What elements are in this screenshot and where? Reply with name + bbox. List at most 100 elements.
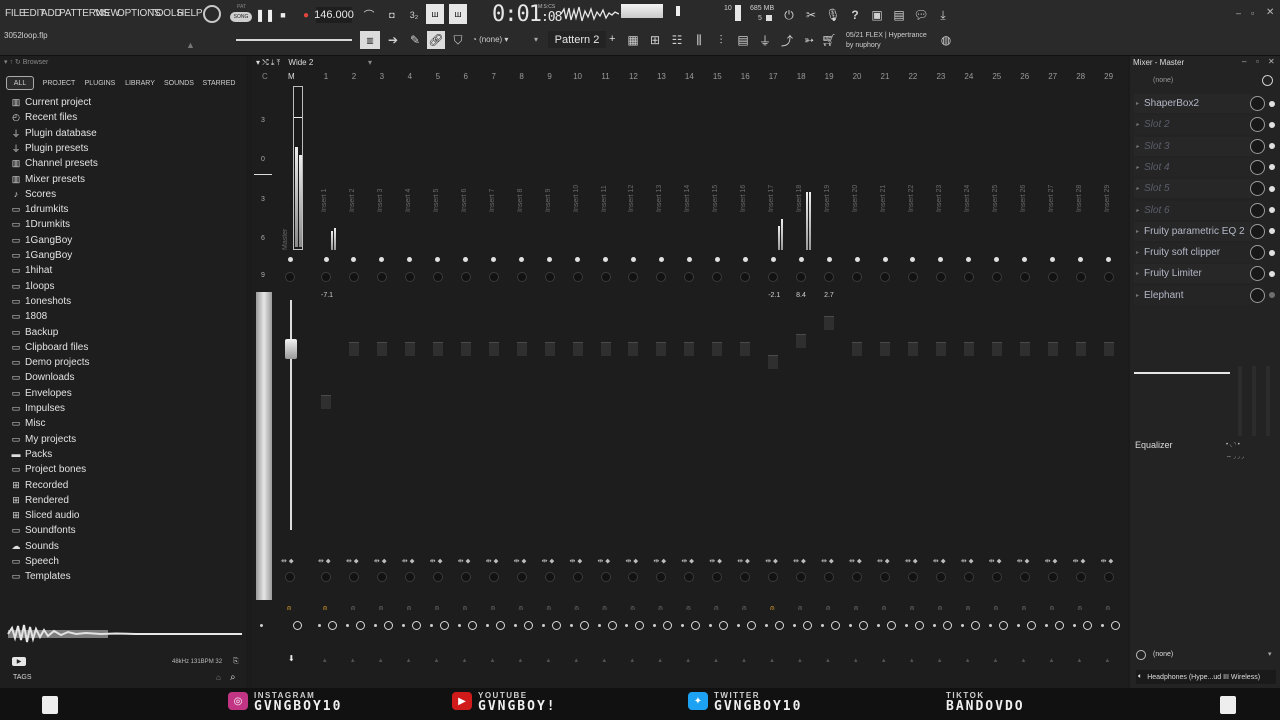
track-volume-fader[interactable]: [516, 342, 527, 356]
link-icon[interactable]: 🔗︎: [427, 31, 445, 49]
track-stereo-icon[interactable]: ⇹ ⬥: [346, 557, 359, 566]
eq-band-slider-1[interactable]: [1238, 366, 1242, 436]
power-icon[interactable]: ⏻: [780, 6, 798, 24]
track-pan-knob[interactable]: [572, 272, 583, 282]
effect-slot[interactable]: ▸ Fruity parametric EQ 2: [1134, 221, 1252, 241]
track-stereo-icon[interactable]: ⇹ ⬥: [514, 557, 527, 566]
track-send-icon[interactable]: ⍝: [966, 605, 970, 613]
track-route-ring[interactable]: [579, 621, 589, 630]
track-volume-fader[interactable]: [1019, 342, 1030, 356]
track-stereo-knob[interactable]: [348, 572, 359, 582]
track-stereo-icon[interactable]: ⇹ ⬥: [681, 557, 694, 566]
track-send-arrow-icon[interactable]: ▴: [1050, 656, 1054, 664]
pattern-dropdown-arrow[interactable]: ▾: [534, 35, 538, 44]
tempo-tap-icon[interactable]: ⤴: [778, 31, 796, 49]
track-send-icon[interactable]: ⍝: [826, 605, 830, 613]
chat-icon[interactable]: 💬︎: [912, 6, 930, 24]
track-stereo-knob[interactable]: [907, 572, 918, 582]
track-send-arrow-icon[interactable]: ▴: [798, 656, 802, 664]
track-route-ring[interactable]: [495, 621, 505, 630]
track-volume-fader[interactable]: [1103, 342, 1114, 356]
track-send-icon[interactable]: ⍝: [547, 605, 551, 613]
browser-item[interactable]: ▬ Packs: [10, 447, 53, 462]
track-volume-fader[interactable]: [488, 342, 499, 356]
track-enable-dot[interactable]: [630, 257, 636, 262]
track-volume-fader[interactable]: [404, 342, 415, 356]
output-dropdown-icon[interactable]: ▾: [1268, 650, 1272, 658]
slot-expand-icon[interactable]: ▸: [1136, 121, 1139, 128]
browser-item[interactable]: ▭ Downloads: [10, 370, 75, 385]
track-send-icon[interactable]: ⍝: [323, 605, 327, 613]
track-send-arrow-icon[interactable]: ▴: [826, 656, 830, 664]
browser-item[interactable]: ☁ Sounds: [10, 539, 59, 554]
track-stereo-icon[interactable]: ⇹ ⬥: [1073, 557, 1086, 566]
track-send-icon[interactable]: ⍝: [994, 605, 998, 613]
brush-icon[interactable]: ✎: [406, 31, 424, 49]
slot-expand-icon[interactable]: ▸: [1136, 270, 1139, 277]
track-stereo-icon[interactable]: ⇹ ⬥: [374, 557, 387, 566]
track-stereo-icon[interactable]: ⇹ ⬥: [961, 557, 974, 566]
track-pan-knob[interactable]: [544, 272, 555, 282]
browser-item[interactable]: ▭ 1Drumkits: [10, 217, 70, 232]
pattern-position-slider[interactable]: [236, 39, 352, 41]
track-volume-fader[interactable]: [600, 342, 611, 356]
effect-slot[interactable]: ▸ Slot 6: [1134, 200, 1252, 220]
track-send-arrow-icon[interactable]: ▴: [435, 656, 439, 664]
track-route-ring[interactable]: [942, 621, 952, 630]
tag-folder-icon[interactable]: ⌂: [216, 673, 221, 682]
slot-expand-icon[interactable]: ▸: [1136, 185, 1139, 192]
track-stereo-knob[interactable]: [432, 572, 443, 582]
track-route-ring[interactable]: [970, 621, 980, 630]
browser-tab-starred[interactable]: STARRED: [200, 76, 238, 90]
track-send-arrow-icon[interactable]: ▴: [686, 656, 690, 664]
track-stereo-icon[interactable]: ⇹ ⬥: [849, 557, 862, 566]
track-send-arrow-icon[interactable]: ▴: [658, 656, 662, 664]
track-volume-fader[interactable]: [628, 342, 639, 356]
browser-item[interactable]: ▭ Soundfonts: [10, 523, 76, 538]
track-send-arrow-icon[interactable]: ▴: [491, 656, 495, 664]
typing-keyboard-icon[interactable]: ➳: [800, 31, 818, 49]
metronome-small-icon[interactable]: ▲: [186, 40, 195, 50]
track-stereo-icon[interactable]: ⇹ ⬥: [877, 557, 890, 566]
track-route-ring[interactable]: [467, 621, 477, 630]
track-volume-fader[interactable]: [321, 395, 331, 409]
track-route-ring[interactable]: [1026, 621, 1036, 630]
snap-select[interactable]: ◔ (none) ▾: [472, 35, 508, 44]
track-pan-knob[interactable]: [1075, 272, 1086, 282]
track-stereo-icon[interactable]: ⇹ ⬥: [402, 557, 415, 566]
blend-notes-icon[interactable]: ш: [449, 4, 467, 24]
slot-mix-knob[interactable]: [1250, 159, 1265, 175]
social-youtube[interactable]: ▶ YOUTUBE GVNGBOY!: [452, 690, 557, 713]
effect-slot[interactable]: ▸ Slot 3: [1134, 136, 1252, 156]
track-send-arrow-icon[interactable]: ▴: [854, 656, 858, 664]
browser-item[interactable]: ▭ 1oneshots: [10, 294, 71, 309]
track-stereo-knob[interactable]: [852, 572, 863, 582]
effect-slot[interactable]: ▸ Fruity soft clipper: [1134, 243, 1252, 263]
input-select[interactable]: (none): [1153, 77, 1173, 84]
track-route-ring[interactable]: [607, 621, 617, 630]
track-enable-dot[interactable]: [826, 257, 832, 262]
track-send-arrow-icon[interactable]: ▴: [742, 656, 746, 664]
track-route-ring[interactable]: [383, 621, 393, 630]
browser-item[interactable]: ▭ Misc: [10, 416, 46, 431]
browser-item[interactable]: ▭ Project bones: [10, 462, 86, 477]
browser-tab-sounds[interactable]: SOUNDS: [162, 76, 196, 90]
track-route-ring[interactable]: [887, 621, 896, 630]
track-volume-fader[interactable]: [991, 342, 1002, 356]
record-icon[interactable]: ●: [297, 6, 315, 24]
track-stereo-icon[interactable]: ⇹ ⬥: [598, 557, 611, 566]
slot-expand-icon[interactable]: ▸: [1136, 249, 1139, 256]
save-icon[interactable]: ▣: [868, 6, 886, 24]
panel-minimize-icon[interactable]: –: [1242, 57, 1246, 66]
effect-slot[interactable]: ▸ Slot 5: [1134, 179, 1252, 199]
track-send-arrow-icon[interactable]: ▴: [1078, 656, 1082, 664]
slot-enable-dot[interactable]: [1269, 249, 1275, 256]
track-volume-fader[interactable]: [768, 355, 779, 369]
master-pitch-slider[interactable]: [676, 6, 680, 16]
track-volume-fader[interactable]: [740, 342, 751, 356]
track-pan-knob[interactable]: [460, 272, 471, 282]
track-send-arrow-icon[interactable]: ▴: [770, 656, 774, 664]
track-send-icon[interactable]: ⍝: [491, 605, 495, 613]
tempo-display[interactable]: 146.000: [314, 7, 354, 23]
slot-enable-dot[interactable]: [1269, 100, 1275, 107]
